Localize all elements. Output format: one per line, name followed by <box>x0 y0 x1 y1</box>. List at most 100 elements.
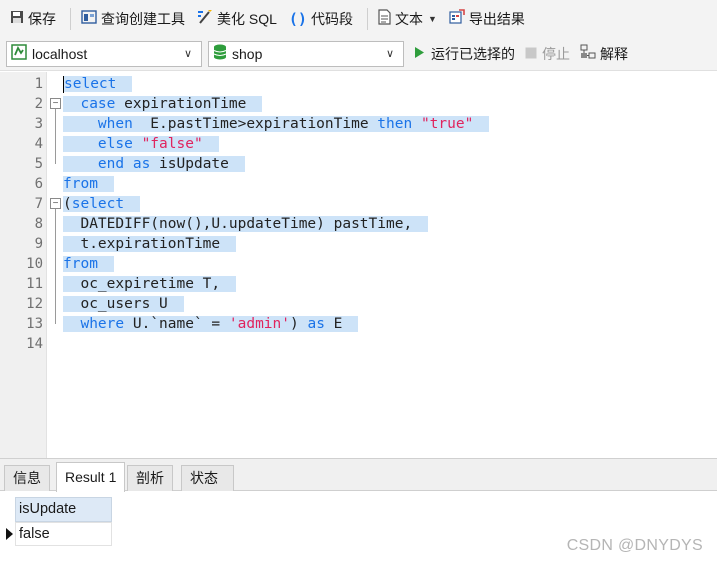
beautify-sql-label: 美化 SQL <box>217 10 277 27</box>
main-toolbar: 保存 查询创建工具 美化 SQL () 代码段 文本 ▼ 导出结果 <box>0 0 717 37</box>
run-selected-label: 运行已选择的 <box>431 45 515 62</box>
sql-keyword: when <box>97 116 133 132</box>
tab-result-1[interactable]: Result 1 <box>56 462 126 492</box>
server-icon <box>11 44 27 63</box>
database-select[interactable]: shop ∨ <box>208 40 404 67</box>
export-results-button[interactable]: 导出结果 <box>445 6 529 32</box>
query-builder-label: 查询创建工具 <box>101 10 185 27</box>
code-line: from <box>63 254 717 274</box>
beautify-sql-button[interactable]: 美化 SQL <box>193 6 281 32</box>
code-snippet-icon: () <box>288 9 307 28</box>
code-line: select <box>63 74 717 94</box>
line-number: 3 <box>34 116 43 132</box>
chevron-down-icon[interactable]: ∨ <box>383 47 397 60</box>
export-results-label: 导出结果 <box>468 10 525 27</box>
query-builder-icon <box>81 10 97 27</box>
sql-text: oc_users U <box>63 296 168 312</box>
toolbar-divider <box>70 7 71 30</box>
code-line: t.expirationTime <box>63 234 717 254</box>
sql-keyword: where <box>80 316 125 332</box>
code-line: oc_users U <box>63 294 717 314</box>
code-line: (select <box>63 194 717 214</box>
line-number: 8 <box>34 216 43 232</box>
sql-text: ) <box>290 316 308 332</box>
code-snippet-button[interactable]: () 代码段 <box>285 6 357 32</box>
sql-keyword: select <box>71 196 125 212</box>
current-row-indicator-icon <box>6 528 13 540</box>
sql-text: isUpdate <box>150 156 229 172</box>
explain-button[interactable]: 解释 <box>580 44 628 64</box>
sql-keyword: select <box>64 76 117 92</box>
line-number: 10 <box>26 256 43 272</box>
sql-string: "true" <box>420 116 474 132</box>
code-line: when E.pastTime>expirationTime then "tru… <box>63 114 717 134</box>
sql-string: "false" <box>141 136 203 152</box>
code-line: oc_expiretime T, <box>63 274 717 294</box>
line-number: 9 <box>34 236 43 252</box>
code-line: where U.`name` = 'admin') as E <box>63 314 717 334</box>
code-area[interactable]: select case expirationTime when E.pastTi… <box>47 72 717 458</box>
text-label: 文本 <box>394 10 423 27</box>
sql-keyword: as <box>132 156 151 172</box>
beautify-sql-icon <box>197 9 213 28</box>
line-number: 11 <box>26 276 43 292</box>
results-tabs: 信息 Result 1 剖析 状态 <box>0 459 717 492</box>
run-selected-button[interactable]: 运行已选择的 <box>414 44 515 64</box>
code-line: else "false" <box>63 134 717 154</box>
explain-label: 解释 <box>600 45 628 62</box>
line-number: 2 <box>34 96 43 112</box>
export-icon <box>449 9 465 28</box>
save-icon <box>10 10 24 27</box>
line-number: 1 <box>34 76 43 92</box>
line-number: 14 <box>26 336 43 352</box>
line-number: 7 <box>34 196 43 212</box>
results-panel: 信息 Result 1 剖析 状态 isUpdate false CSDN @D… <box>0 458 717 563</box>
sql-text: t.expirationTime <box>63 236 221 252</box>
stop-button[interactable]: 停止 <box>525 44 570 64</box>
code-line: DATEDIFF(now(),U.updateTime) pastTime, <box>63 214 717 234</box>
database-value: shop <box>232 45 263 62</box>
sql-keyword: from <box>63 256 98 272</box>
sql-text: ( <box>63 196 72 212</box>
column-header-isupdate[interactable]: isUpdate <box>15 497 112 522</box>
sql-keyword: end <box>97 156 125 172</box>
sql-keyword: else <box>97 136 133 152</box>
table-cell[interactable]: false <box>15 522 112 546</box>
code-line: from <box>63 174 717 194</box>
sql-keyword: case <box>80 96 116 112</box>
tab-profile[interactable]: 剖析 <box>127 465 173 491</box>
server-value: localhost <box>32 45 88 62</box>
tab-status[interactable]: 状态 <box>181 465 234 491</box>
chevron-down-icon[interactable]: ∨ <box>181 47 195 60</box>
line-number: 12 <box>26 296 43 312</box>
line-number: 4 <box>34 136 43 152</box>
watermark: CSDN @DNYDYS <box>566 537 703 554</box>
sql-string: 'admin' <box>228 316 290 332</box>
sql-keyword: as <box>307 316 325 332</box>
sql-text: E.pastTime>expirationTime <box>132 116 378 132</box>
server-select[interactable]: localhost ∨ <box>6 40 202 67</box>
stop-icon <box>525 46 537 62</box>
database-icon <box>213 44 227 63</box>
text-icon <box>378 9 391 28</box>
explain-icon <box>580 44 596 63</box>
text-mode-dropdown[interactable]: 文本 ▼ <box>374 6 441 32</box>
code-line: case expirationTime <box>63 94 717 114</box>
sql-keyword: from <box>63 176 98 192</box>
sql-keyword: then <box>377 116 413 132</box>
save-button[interactable]: 保存 <box>6 6 60 32</box>
sql-text: U.`name` = <box>124 316 229 332</box>
tab-info[interactable]: 信息 <box>4 465 50 491</box>
query-builder-button[interactable]: 查询创建工具 <box>77 6 189 32</box>
sql-text: oc_expiretime T, <box>63 276 221 292</box>
stop-label: 停止 <box>542 45 570 62</box>
caret-down-icon: ▼ <box>427 13 437 24</box>
sql-editor[interactable]: 1 2 3 4 5 6 7 8 9 10 11 12 13 14− − select case expira… <box>0 72 717 458</box>
